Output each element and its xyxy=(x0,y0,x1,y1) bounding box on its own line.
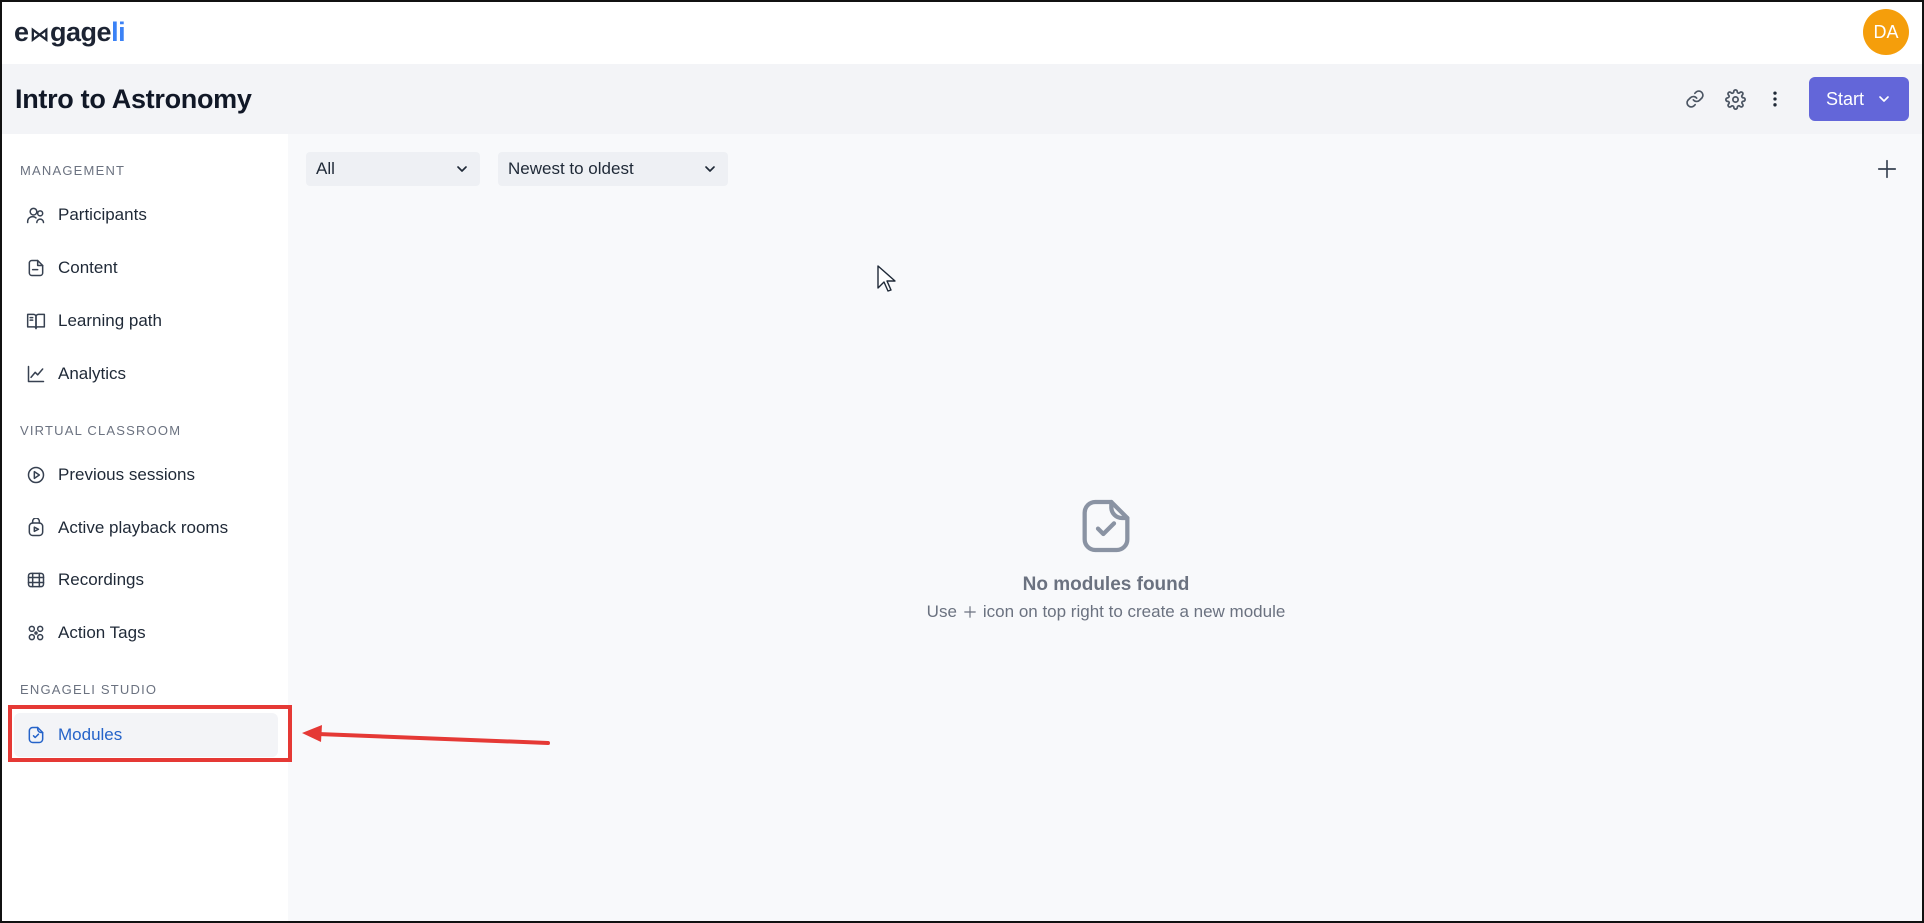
empty-hint-prefix: Use xyxy=(926,602,957,621)
start-button[interactable]: Start xyxy=(1809,77,1909,121)
sidebar-item-label: Participants xyxy=(58,205,147,224)
page-title: Intro to Astronomy xyxy=(15,83,252,114)
users-icon xyxy=(26,207,45,224)
sidebar-item-active-playback-rooms[interactable]: Active playback rooms xyxy=(14,506,278,550)
top-bar: e ⋈ gage li DA xyxy=(0,0,1924,64)
user-avatar[interactable]: DA xyxy=(1863,9,1909,55)
logo-prefix: e xyxy=(14,16,29,47)
sidebar: MANAGEMENT Participants Content Learning… xyxy=(0,134,288,923)
more-vertical-icon[interactable] xyxy=(1755,79,1795,119)
section-label-engageli-studio: ENGAGELI STUDIO xyxy=(20,682,158,697)
logo-middle: gage xyxy=(50,16,112,47)
film-icon xyxy=(27,572,45,588)
sidebar-item-label: Analytics xyxy=(58,364,127,383)
empty-state: No modules found Use icon on top right t… xyxy=(288,494,1924,622)
link-icon[interactable] xyxy=(1675,79,1715,119)
plus-icon xyxy=(964,606,976,618)
filter-select[interactable]: All xyxy=(306,152,480,186)
sidebar-item-analytics[interactable]: Analytics xyxy=(14,352,278,396)
main-content: All Newest to oldest No modules found Us… xyxy=(288,134,1924,923)
module-empty-icon xyxy=(1082,499,1130,553)
sidebar-item-label: Action Tags xyxy=(58,623,146,642)
sidebar-item-action-tags[interactable]: Action Tags xyxy=(14,611,278,655)
sort-select[interactable]: Newest to oldest xyxy=(498,152,728,186)
sidebar-item-label: Previous sessions xyxy=(58,465,196,484)
engageli-logo[interactable]: e ⋈ gage li xyxy=(14,16,126,48)
sidebar-item-previous-sessions[interactable]: Previous sessions xyxy=(14,453,278,497)
annotation-highlight-box xyxy=(8,705,292,762)
empty-state-hint: Use icon on top right to create a new mo… xyxy=(927,602,1286,622)
plus-icon xyxy=(1877,159,1897,179)
gear-icon[interactable] xyxy=(1715,79,1755,119)
sidebar-item-label: Recordings xyxy=(58,570,144,589)
empty-state-title: No modules found xyxy=(1022,574,1190,595)
sidebar-item-label: Learning path xyxy=(58,311,162,330)
play-circle-icon xyxy=(27,466,45,484)
tags-icon xyxy=(28,625,44,641)
mouse-cursor-icon xyxy=(877,265,896,292)
sidebar-item-learning-path[interactable]: Learning path xyxy=(14,299,278,343)
chevron-down-icon xyxy=(705,166,715,172)
section-label-management: MANAGEMENT xyxy=(20,163,126,178)
empty-hint-suffix: icon on top right to create a new module xyxy=(982,602,1286,621)
header-actions: Start xyxy=(1675,77,1909,121)
filter-select-value: All xyxy=(316,159,335,178)
sidebar-item-label: Content xyxy=(58,258,118,277)
annotation-arrow xyxy=(302,725,550,745)
sidebar-item-label: Active playback rooms xyxy=(58,518,229,537)
chevron-down-icon xyxy=(457,166,467,172)
course-header: Intro to Astronomy Start xyxy=(0,64,1924,134)
book-icon xyxy=(26,313,46,330)
sidebar-item-participants[interactable]: Participants xyxy=(14,193,278,237)
playback-room-icon xyxy=(28,518,44,537)
chart-line-icon xyxy=(27,365,45,383)
sidebar-item-recordings[interactable]: Recordings xyxy=(14,558,278,602)
logo-mark: ⋈ xyxy=(29,23,50,46)
logo-suffix: li xyxy=(111,16,126,47)
start-button-label: Start xyxy=(1825,88,1864,109)
add-module-button[interactable] xyxy=(1872,154,1902,184)
sidebar-item-content[interactable]: Content xyxy=(14,246,278,290)
section-label-virtual-classroom: VIRTUAL CLASSROOM xyxy=(20,423,182,438)
chevron-down-icon xyxy=(1879,96,1889,102)
sort-select-value: Newest to oldest xyxy=(508,159,634,178)
file-icon xyxy=(28,259,44,277)
